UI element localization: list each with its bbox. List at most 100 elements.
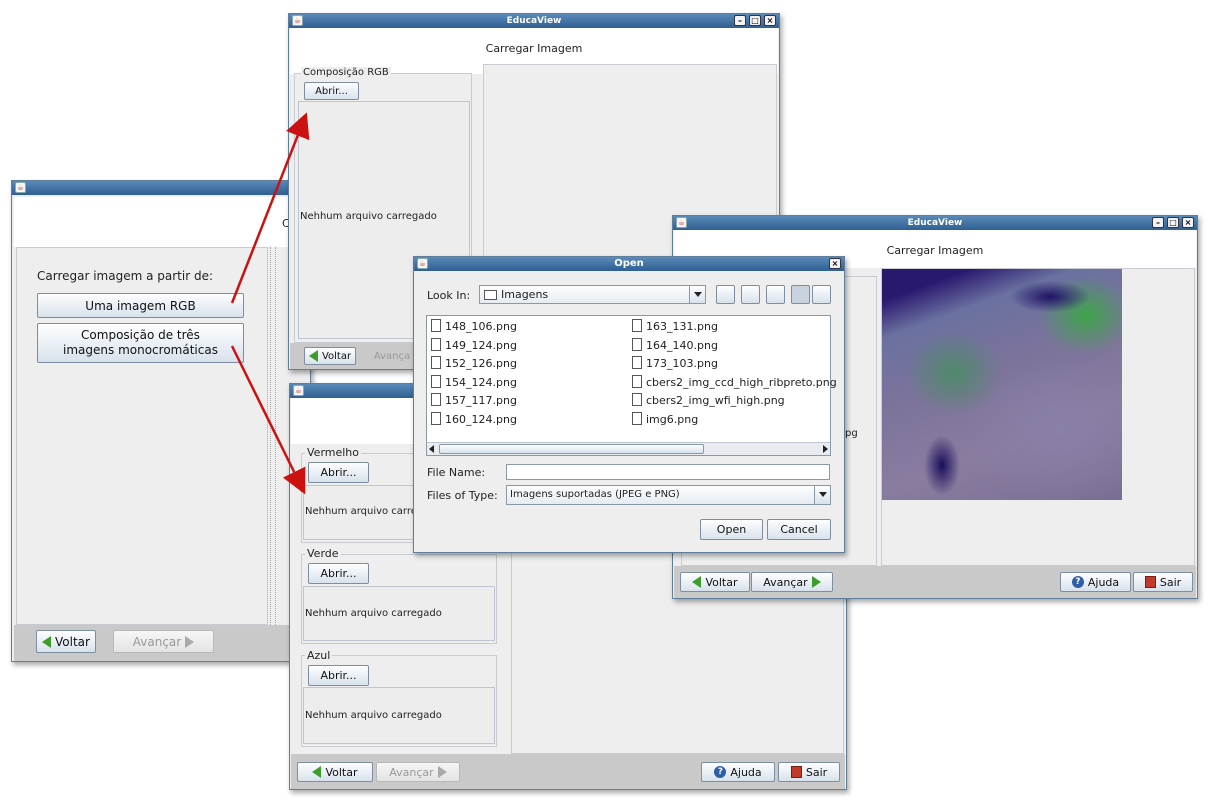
rgb-status: Nehhum arquivo carregado [300,211,437,222]
file-icon [632,393,642,407]
loaded-fragment: pg [845,428,858,439]
window-rgb-header-text: Carregar Imagem [485,42,583,55]
channels-help-button[interactable]: ? Ajuda [701,762,775,782]
file-list-item[interactable]: 173_103.png [632,356,718,370]
loaded-back-button[interactable]: Voltar [680,572,750,592]
file-list-item[interactable]: 160_124.png [431,412,517,426]
channels-next-label: Avançar [389,765,434,779]
scroll-left-icon[interactable] [429,445,434,453]
help-icon: ? [714,766,727,778]
next-arrow-icon [811,576,821,588]
next-arrow-icon [437,766,447,778]
details-view-icon[interactable] [812,285,831,304]
dialog-cancel-button[interactable]: Cancel [767,519,831,540]
open-dialog: ☕ Open × Look In: Imagens 148_106.png 149… [413,256,845,553]
rgb-back-button[interactable]: Voltar [304,347,356,365]
window-loaded-title: EducaView [907,218,963,228]
file-icon [632,356,642,370]
maximize-icon[interactable]: □ [1167,217,1179,228]
rgb-image-button[interactable]: Uma imagem RGB [37,293,244,318]
window-start-titlebar[interactable]: ☕ [12,181,310,195]
file-list[interactable]: 148_106.png 149_124.png 152_126.png 154_124… [426,315,837,456]
channels-exit-button[interactable]: Sair [778,762,840,782]
maximize-icon[interactable]: □ [749,15,761,26]
window-rgb-title: EducaView [506,16,562,26]
open-dialog-title: Open [614,258,644,269]
green-open-button[interactable]: Abrir... [308,563,369,584]
home-icon[interactable] [741,285,760,304]
start-divider [270,247,276,625]
files-of-type-combo[interactable]: Imagens suportadas (JPEG e PNG) [506,485,831,505]
chevron-down-icon[interactable] [814,486,830,504]
file-icon [431,319,441,332]
green-open-label: Abrir... [320,567,357,580]
file-list-item[interactable]: 163_131.png [632,319,718,333]
file-icon [431,374,441,388]
satellite-image [882,269,1122,500]
back-arrow-icon [308,350,318,362]
mono-composition-button[interactable]: Composição de três imagens monocromática… [37,323,244,363]
file-list-item[interactable]: 149_124.png [431,337,517,352]
rgb-open-button[interactable]: Abrir... [304,82,359,100]
loaded-help-button[interactable]: ? Ajuda [1060,572,1131,592]
close-icon[interactable]: × [764,15,776,26]
look-in-label: Look In: [427,289,471,302]
start-back-button[interactable]: Voltar [36,630,96,653]
minimize-icon[interactable]: – [1152,217,1164,228]
loaded-exit-button[interactable]: Sair [1133,572,1193,592]
file-list-item[interactable]: 154_124.png [431,374,517,389]
window-rgb-titlebar[interactable]: ☕ EducaView – □ × [289,14,779,28]
open-dialog-titlebar[interactable]: ☕ Open × [414,257,844,271]
loaded-next-button[interactable]: Avançar [751,572,833,592]
file-list-item[interactable]: 157_117.png [431,393,517,407]
new-folder-icon[interactable] [766,285,785,304]
file-name-input[interactable] [506,464,830,480]
channels-next-button[interactable]: Avançar [376,762,460,782]
red-open-button[interactable]: Abrir... [308,462,369,483]
dialog-open-button[interactable]: Open [700,519,763,540]
file-list-item[interactable]: 164_140.png [632,337,718,352]
green-group-title: Verde [305,547,341,560]
window-loaded-titlebar[interactable]: ☕ EducaView – □ × [673,216,1197,230]
chevron-down-icon[interactable] [689,286,705,303]
red-group-title: Vermelho [305,446,362,459]
rgb-next-button[interactable]: Avança [367,347,417,365]
file-list-item[interactable]: img6.png [632,412,698,426]
mono-composition-line1: Composição de três [81,328,200,342]
file-icon [632,319,642,332]
look-in-combo[interactable]: Imagens [479,285,706,304]
channels-back-button[interactable]: Voltar [297,762,373,782]
exit-icon [1144,576,1156,588]
blue-status: Nehhum arquivo carregado [305,710,442,721]
scroll-thumb[interactable] [439,444,704,454]
file-name-text: 160_124.png [445,413,517,426]
file-list-item[interactable]: 152_126.png [431,356,517,370]
close-icon[interactable]: × [829,258,841,269]
files-of-type-value: Imagens suportadas (JPEG e PNG) [510,489,680,500]
list-view-icon[interactable] [791,285,810,304]
file-name-text: 149_124.png [445,338,517,352]
close-icon[interactable]: × [1182,217,1194,228]
file-name-text: 152_126.png [445,357,517,371]
channels-back-label: Voltar [325,765,358,779]
minimize-icon[interactable]: – [734,15,746,26]
blue-open-button[interactable]: Abrir... [308,665,369,686]
file-list-item[interactable]: cbers2_img_wfi_high.png [632,393,785,407]
loaded-help-label: Ajuda [1087,575,1120,589]
file-name-text: 157_117.png [445,394,517,408]
dialog-open-label: Open [716,523,747,536]
window-start-header: C [14,197,310,247]
channels-exit-label: Sair [805,765,828,779]
horizontal-scrollbar[interactable] [427,442,830,455]
next-arrow-icon [185,635,195,648]
start-next-button[interactable]: Avançar [113,630,214,653]
up-folder-icon[interactable] [716,285,735,304]
file-name-label: File Name: [427,466,486,479]
scroll-right-icon[interactable] [823,445,828,453]
file-list-item[interactable]: 148_106.png [431,319,517,333]
file-list-item[interactable]: cbers2_img_ccd_high_ribpreto.png [632,374,837,389]
look-in-value: Imagens [501,288,549,301]
dialog-cancel-label: Cancel [780,523,818,536]
rgb-group-title: Composição RGB [301,67,391,78]
file-icon [632,374,642,388]
